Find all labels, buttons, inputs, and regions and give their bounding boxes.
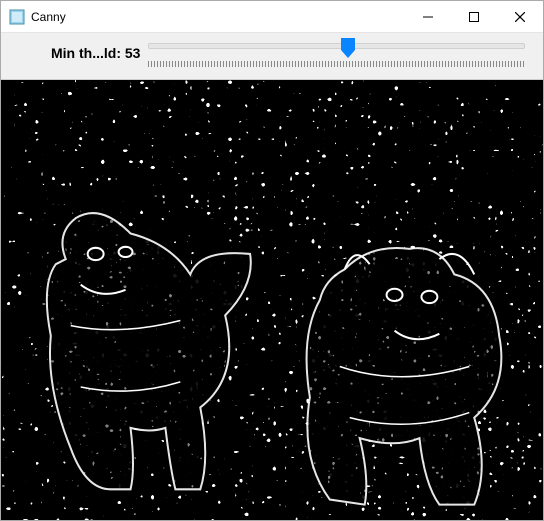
titlebar-buttons bbox=[405, 1, 543, 32]
threshold-value: 53 bbox=[125, 45, 141, 61]
slider-ticks bbox=[148, 61, 525, 67]
slider-track bbox=[148, 43, 525, 49]
close-button[interactable] bbox=[497, 1, 543, 32]
maximize-button[interactable] bbox=[451, 1, 497, 32]
close-icon bbox=[515, 12, 525, 22]
window-title: Canny bbox=[31, 10, 405, 24]
titlebar[interactable]: Canny bbox=[1, 1, 543, 33]
threshold-label-text: Min th...ld: bbox=[51, 45, 125, 61]
threshold-slider[interactable] bbox=[148, 39, 525, 67]
canny-output-image bbox=[1, 80, 543, 520]
minimize-button[interactable] bbox=[405, 1, 451, 32]
toolbar: Min th...ld: 53 bbox=[1, 33, 543, 80]
threshold-label: Min th...ld: 53 bbox=[51, 45, 140, 61]
image-viewport bbox=[1, 80, 543, 520]
minimize-icon bbox=[423, 12, 433, 22]
slider-thumb[interactable] bbox=[341, 38, 355, 58]
window: Canny Min th...ld: 53 bbox=[0, 0, 544, 521]
app-icon bbox=[9, 9, 25, 25]
maximize-icon bbox=[469, 12, 479, 22]
